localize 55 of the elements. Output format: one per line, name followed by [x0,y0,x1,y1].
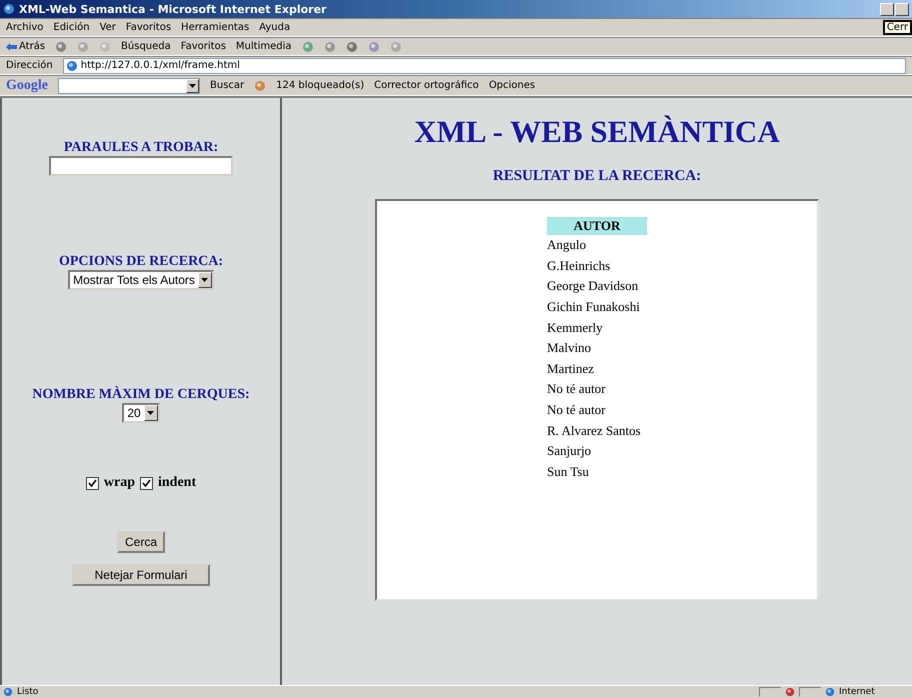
checkbox[interactable] [140,476,153,490]
table-cell-text: No té autor [547,401,606,420]
table-cell-text: Gichin Funakoshi [547,298,641,316]
menu-item[interactable]: Archivo [6,22,44,33]
menu-item[interactable]: Favoritos [126,22,172,33]
table-cell-text: R. Alvarez Santos [547,422,642,440]
google-search-field[interactable] [58,78,200,94]
back-arrow-icon [6,42,17,50]
checkbox-label: indent [158,475,196,491]
spellcheck-button[interactable]: Corrector ortográfico [374,80,479,91]
checkbox[interactable] [86,476,99,490]
google-logo[interactable]: Google [6,78,48,94]
restore-button[interactable] [895,2,909,16]
table-cell-text: No té autor [547,380,606,398]
options-button[interactable]: Opciones [488,80,536,91]
max-searches-select[interactable]: 20 [122,403,160,423]
max-searches-label: NOMBRE MÀXIM DE CERQUES: [32,387,250,403]
menu-item[interactable]: Ver [100,22,116,33]
table-cell-text: Kemmerly [547,318,604,337]
table-cell-text: Sanjurjo [547,442,592,460]
words-label: PARAULES A TROBAR: [64,140,218,156]
media-button[interactable]: Multimedia [236,41,292,52]
zone-text: Internet [839,687,876,697]
column-header: AUTOR [547,217,647,235]
search-button[interactable]: Búsqueda [121,41,171,52]
table-cell-text: George Davidson [547,277,640,296]
menu-item[interactable]: Ayuda [259,22,290,33]
status-text: Listo [17,687,40,697]
table-cell-text: G.Heinrichs [547,256,612,275]
options-select[interactable]: Mostrar Tots els Autors [68,270,214,290]
tooltip: Cerr [882,20,912,35]
table-cell-text: Angulo [547,236,587,254]
words-input[interactable] [49,156,233,176]
table-cell-text: Sun Tsu [547,462,590,481]
page-title: XML - WEB SEMÀNTICA [414,114,780,150]
minimize-button[interactable] [880,2,894,16]
menu-item[interactable]: Herramientas [181,22,250,33]
favorites-button[interactable]: Favoritos [180,41,226,52]
options-label: OPCIONS DE RECERCA: [58,254,224,270]
popup-blocker-button[interactable]: 124 bloqueado(s) [276,80,364,91]
reset-form-button[interactable]: Netejar Formulari [72,564,210,586]
checkbox-label: wrap [104,475,135,491]
dropdown-arrow-icon [189,84,196,88]
dropdown-arrow-icon [147,411,154,415]
results-heading: RESULTAT DE LA RECERCA: [492,168,702,185]
table-cell-text: Malvino [547,339,592,358]
google-search-button[interactable]: Buscar [210,80,244,91]
back-button[interactable]: Atrás [6,41,46,52]
address-label: Dirección [6,60,53,71]
window-title: XML-Web Semantica - Microsoft Internet Explorer [19,2,328,16]
address-field[interactable]: http://127.0.0.1/xml/frame.html [62,58,906,74]
dropdown-arrow-icon [201,278,208,282]
menu-item[interactable]: Edición [53,22,90,33]
search-submit-button[interactable]: Cerca [117,531,165,553]
table-cell-text: Martinez [547,360,595,378]
